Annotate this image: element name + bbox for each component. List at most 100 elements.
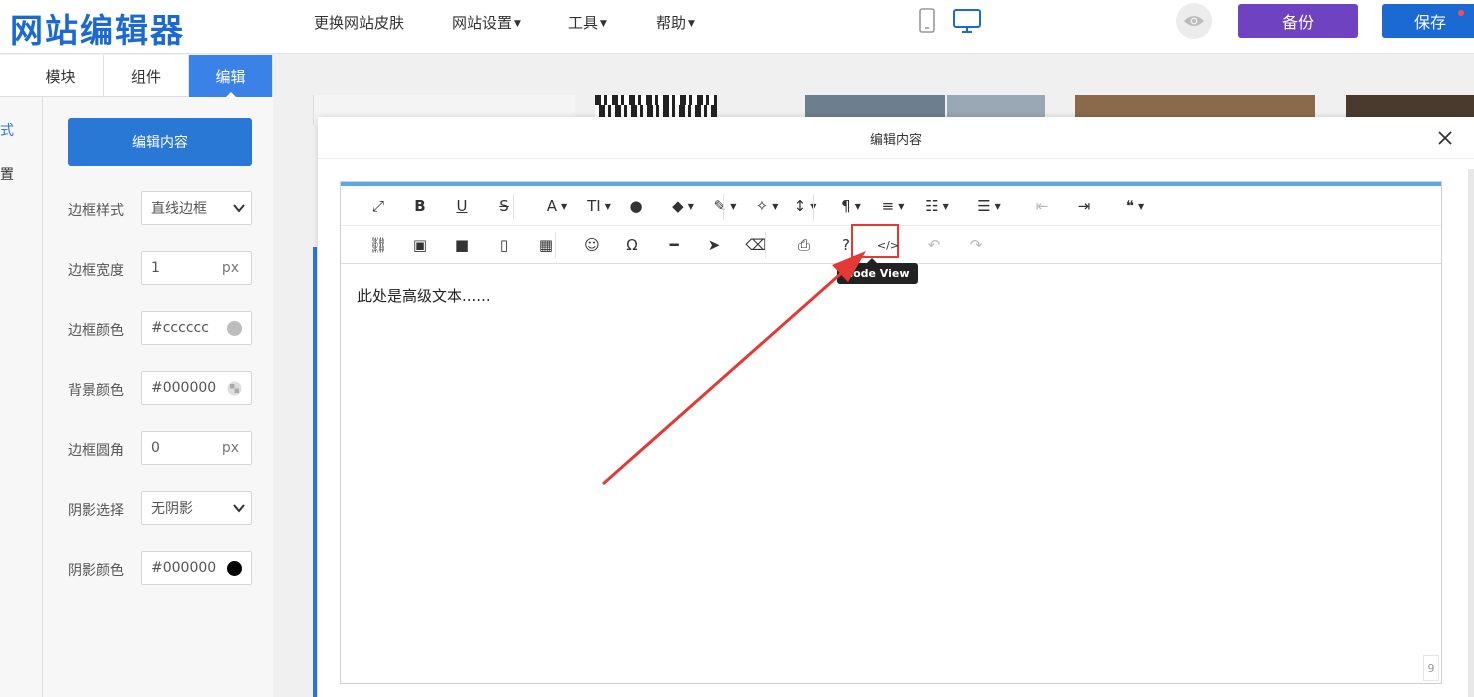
font-size-icon: TI — [587, 197, 601, 215]
background-color-label: 背景颜色 — [68, 383, 124, 399]
border-color-value: #cccccc — [151, 320, 209, 336]
chevron-down-icon — [233, 204, 245, 213]
eraser-button[interactable]: ⌫ — [741, 230, 771, 260]
chevron-down-icon — [233, 504, 245, 513]
editor-toolbar: ⤢BUSA▼TI▼●◆▼✎▼✧▼↕▼¶▼≡▼☷▼☰▼⇤⇥❝▼⛓▣■▯▦☺Ω━➤⌫… — [341, 186, 1441, 264]
horizontal-rule-button[interactable]: ━ — [659, 230, 689, 260]
side-item-style[interactable]: 式 — [0, 120, 14, 140]
dialog-header: 编辑内容 — [318, 117, 1474, 159]
magic-wand-button[interactable]: ✧ ▼ — [747, 191, 787, 221]
tab-modules[interactable]: 模块 — [18, 55, 104, 97]
file-button[interactable]: ▯ — [489, 230, 519, 260]
paragraph-button[interactable]: ¶ ▼ — [831, 191, 871, 221]
strikethrough-button[interactable]: S — [489, 191, 519, 221]
fullscreen-button[interactable]: ⤢ — [363, 191, 393, 221]
indent-icon: ⇥ — [1077, 197, 1091, 215]
font-family-button[interactable]: A ▼ — [537, 191, 577, 221]
code-view-button[interactable]: </> — [873, 230, 903, 260]
brush-button[interactable]: ✎ ▼ — [705, 191, 745, 221]
mobile-device-icon[interactable] — [914, 8, 940, 34]
font-family-icon: A — [546, 197, 558, 215]
shadow-color-swatch[interactable] — [227, 561, 242, 576]
unordered-list-button[interactable]: ☰ ▼ — [969, 191, 1009, 221]
border-radius-unit: px — [221, 440, 239, 456]
table-button[interactable]: ▦ — [531, 230, 561, 260]
align-button[interactable]: ≡ ▼ — [873, 191, 913, 221]
caret-down-icon: ▼ — [942, 201, 949, 211]
line-height-icon: ↕ — [793, 197, 807, 215]
desktop-device-icon[interactable] — [952, 8, 982, 34]
tab-components-label: 组件 — [130, 67, 161, 86]
backup-button[interactable]: 备份 — [1238, 4, 1358, 38]
editor-content[interactable]: 此处是高级文本...... — [357, 285, 491, 306]
dialog-scrollbar[interactable] — [1468, 169, 1474, 697]
tab-edit[interactable]: 编辑 — [189, 55, 273, 98]
qr-code-image-lower — [595, 105, 717, 117]
transparent-swatch-icon[interactable] — [227, 381, 242, 396]
image-button[interactable]: ▣ — [405, 230, 435, 260]
fullscreen-icon: ⤢ — [371, 197, 384, 215]
side-item-settings[interactable]: 置 — [0, 164, 14, 184]
text-color-button[interactable]: ● — [621, 191, 651, 221]
background-color-input[interactable]: #000000 — [141, 371, 252, 405]
caret-down-icon: ▼ — [604, 201, 611, 211]
nav-help[interactable]: 帮助 ▼ — [656, 12, 695, 33]
caret-down-icon: ▼ — [1137, 201, 1145, 211]
tab-modules-label: 模块 — [45, 67, 76, 86]
unsaved-indicator — [1458, 10, 1464, 16]
ordered-list-button[interactable]: ☷ ▼ — [917, 191, 957, 221]
image-icon: ▣ — [412, 236, 428, 254]
align-icon: ≡ — [881, 197, 895, 215]
dialog-title: 编辑内容 — [869, 133, 922, 148]
border-radius-input[interactable]: 0 px — [141, 431, 252, 465]
link-button[interactable]: ⛓ — [363, 230, 393, 260]
close-icon[interactable] — [1436, 129, 1454, 147]
emoji-icon: ☺ — [584, 236, 600, 254]
border-radius-value: 0 — [151, 440, 160, 456]
nav-change-skin[interactable]: 更换网站皮肤 — [314, 12, 404, 33]
help-button[interactable]: ? — [831, 230, 861, 260]
special-char-button[interactable]: Ω — [617, 230, 647, 260]
nav-site-settings[interactable]: 网站设置 ▼ — [452, 12, 521, 33]
panel-tabs: 模块 组件 编辑 — [0, 55, 273, 98]
line-height-button[interactable]: ↕▼ — [785, 191, 825, 221]
border-color-swatch[interactable] — [227, 321, 242, 336]
print-button[interactable]: ⎙ — [789, 230, 819, 260]
font-size-button[interactable]: TI ▼ — [579, 191, 619, 221]
underline-button[interactable]: U — [447, 191, 477, 221]
outdent-button[interactable]: ⇤ — [1027, 191, 1057, 221]
quote-button[interactable]: ❝ ▼ — [1115, 191, 1155, 221]
undo-button[interactable]: ↶ — [919, 230, 949, 260]
border-style-select[interactable]: 直线边框 — [141, 191, 252, 225]
video-button[interactable]: ■ — [447, 230, 477, 260]
emoji-button[interactable]: ☺ — [577, 230, 607, 260]
background-color-value: #000000 — [151, 380, 217, 396]
canvas-selection-edge — [313, 247, 317, 697]
nav-tools[interactable]: 工具 ▼ — [568, 12, 607, 33]
shadow-color-label: 阴影颜色 — [68, 563, 124, 579]
border-width-input[interactable]: 1 px — [141, 251, 252, 285]
caret-down-icon: ▼ — [687, 201, 694, 211]
border-color-input[interactable]: #cccccc — [141, 311, 252, 345]
border-width-label: 边框宽度 — [68, 263, 124, 279]
border-width-unit: px — [221, 260, 239, 276]
border-radius-label: 边框圆角 — [68, 443, 124, 459]
bold-button[interactable]: B — [405, 191, 435, 221]
tag-button[interactable]: ◆ ▼ — [663, 191, 703, 221]
tab-components[interactable]: 组件 — [104, 55, 189, 97]
table-icon: ▦ — [538, 236, 554, 254]
shadow-color-input[interactable]: #000000 — [141, 551, 252, 585]
redo-button[interactable]: ↷ — [961, 230, 991, 260]
top-bar: 网站编辑器 更换网站皮肤 网站设置 ▼ 工具 ▼ 帮助 ▼ 备份 保存 — [0, 0, 1474, 54]
indent-button[interactable]: ⇥ — [1069, 191, 1099, 221]
brush-icon: ✎ — [713, 197, 727, 215]
preview-button[interactable] — [1176, 3, 1212, 39]
shadow-type-select[interactable]: 无阴影 — [141, 491, 252, 525]
save-button[interactable]: 保存 — [1382, 4, 1474, 38]
chevron-down-icon: ▼ — [514, 18, 521, 29]
edit-content-button[interactable]: 编辑内容 — [68, 118, 252, 166]
select-cursor-button[interactable]: ➤ — [699, 230, 729, 260]
special-char-icon: Ω — [626, 236, 638, 254]
toolbar-separator — [765, 232, 766, 258]
word-counter: 9 — [1423, 655, 1439, 681]
